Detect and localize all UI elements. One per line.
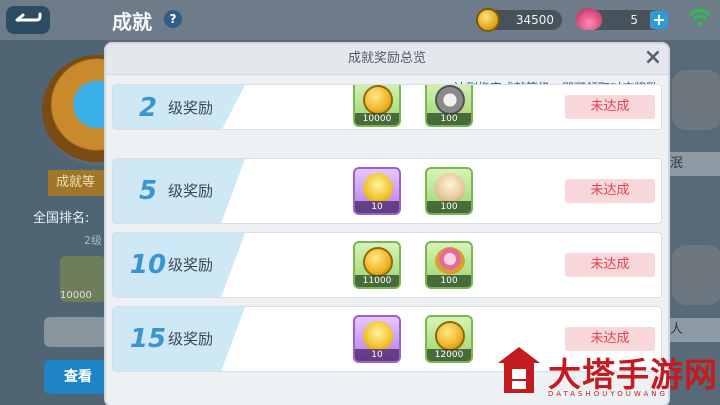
watermark-text: 大塔手游网 (548, 355, 718, 394)
reward-qty: 12000 (427, 349, 471, 361)
reward-qty: 10000 (355, 113, 399, 125)
reward-qty: 100 (427, 275, 471, 287)
modal-title: 成就奖励总览 (347, 51, 426, 66)
view-button[interactable]: 查看 (44, 360, 108, 394)
row-level: 5 (138, 176, 158, 206)
reward-item[interactable]: 10000 (353, 85, 401, 127)
status-badge: 未达成 (565, 95, 655, 119)
coin-icon (435, 321, 465, 351)
right-label-1: 泯 (664, 152, 720, 176)
reward-item[interactable]: 11000 (353, 241, 401, 289)
reward-row: 5 级奖励 10 100 未达成 (112, 158, 662, 224)
coin-icon (476, 8, 500, 32)
close-icon[interactable]: × (642, 47, 664, 69)
reward-row: 2 级奖励 10000 100 未达成 (112, 84, 662, 130)
status-badge: 未达成 (565, 253, 655, 277)
reward-tile-qty: 10000 (60, 290, 92, 301)
back-button[interactable] (6, 6, 50, 34)
wand-icon (435, 247, 465, 277)
gear-icon (435, 85, 465, 115)
status-badge: 未达成 (565, 179, 655, 203)
coin-icon (363, 247, 393, 277)
reward-item[interactable]: 100 (425, 241, 473, 289)
wifi-icon (688, 9, 712, 27)
shell-count: 5 (630, 13, 638, 27)
reward-qty: 10 (355, 349, 399, 361)
row-label: 级奖励 (168, 256, 214, 274)
chick-icon (363, 173, 393, 203)
page-title: 成就 (112, 10, 152, 34)
row-level: 10 (129, 250, 167, 280)
shell-icon (576, 8, 602, 30)
right-medal-icon (672, 70, 720, 130)
add-shells-button[interactable]: + (650, 11, 668, 29)
right-label-2: 人 (664, 318, 720, 342)
row-label: 级奖励 (168, 182, 214, 200)
row-level: 15 (129, 324, 167, 354)
national-rank-label: 全国排名: (33, 211, 90, 226)
reward-qty: 10 (355, 201, 399, 213)
reward-qty: 11000 (355, 275, 399, 287)
watermark-subtext: DATASHOUYOUWANG (548, 390, 668, 398)
reward-qty: 100 (427, 113, 471, 125)
reward-row: 10 级奖励 11000 100 未达成 (112, 232, 662, 298)
bg-button (44, 317, 108, 347)
back-arrow-icon (15, 12, 42, 22)
help-icon[interactable]: ? (164, 10, 182, 28)
coin-count: 34500 (515, 13, 554, 27)
reward-item[interactable]: 10 (353, 167, 401, 215)
watermark-logo-icon (498, 347, 540, 393)
reward-item[interactable]: 10 (353, 315, 401, 363)
right-medal-icon-2 (672, 245, 720, 305)
reward-item[interactable]: 100 (425, 167, 473, 215)
reward-item[interactable]: 12000 (425, 315, 473, 363)
level-text: 2级 (84, 234, 102, 247)
reward-item[interactable]: 100 (425, 85, 473, 127)
row-level: 2 (138, 93, 158, 123)
chick-icon (363, 321, 393, 351)
row-label: 级奖励 (168, 330, 214, 348)
coin-icon (363, 85, 393, 115)
row-label: 级奖励 (168, 99, 214, 117)
reward-qty: 100 (427, 201, 471, 213)
doll-icon (435, 173, 465, 203)
